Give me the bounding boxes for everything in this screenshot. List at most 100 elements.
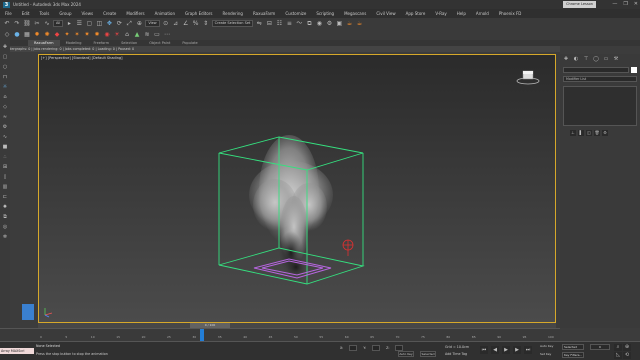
percent-snap-icon[interactable]: % [192, 20, 200, 28]
menu-scripting[interactable]: Scripting [311, 9, 339, 18]
orbit-icon[interactable]: ⟲ [623, 352, 631, 359]
liquid-sim-icon[interactable]: ◆ [53, 31, 61, 39]
zoom-icon[interactable]: ⌕ [614, 344, 622, 351]
create-tab-icon[interactable]: ✚ [562, 56, 570, 63]
helper-tool-icon[interactable]: ◇ [2, 104, 9, 111]
angle-snap-icon[interactable]: ∠ [182, 20, 190, 28]
stairs-tool-icon[interactable]: ⊏ [2, 194, 9, 201]
schematic-view-icon[interactable]: ⧉ [305, 20, 313, 28]
group-tool-icon[interactable]: ⧉ [2, 214, 9, 221]
align-icon[interactable]: ⊟ [265, 20, 273, 28]
selected-dropdown[interactable]: Selected [420, 351, 436, 357]
bind-spacewarp-icon[interactable]: ∿ [43, 20, 51, 28]
particle-tool-icon[interactable]: ∴ [2, 154, 9, 161]
make-unique-icon[interactable]: ◫ [586, 130, 592, 136]
camera-tool-icon[interactable]: ⌂ [2, 94, 9, 101]
link-icon[interactable]: ⛓ [23, 20, 31, 28]
scale-icon[interactable]: ⤢ [125, 20, 133, 28]
vray-light-icon[interactable]: ◉ [103, 31, 111, 39]
door-tool-icon[interactable]: ▯ [2, 174, 9, 181]
menu-modifiers[interactable]: Modifiers [121, 9, 149, 18]
x-field[interactable] [349, 345, 358, 351]
play-icon[interactable]: ▶ [502, 346, 510, 354]
fire-source-icon[interactable]: ✺ [43, 31, 51, 39]
render-active-icon[interactable]: ☕ [355, 20, 363, 28]
menu-megascans[interactable]: Megascans [339, 9, 371, 18]
phoenix-source-icon[interactable]: ● [13, 31, 21, 39]
key-filters-button[interactable]: Key Filters... [562, 352, 584, 358]
scene-explorer-icon[interactable]: ☷ [275, 20, 283, 28]
phoenix-grid-icon[interactable]: ▦ [23, 31, 31, 39]
modifier-list-dropdown[interactable]: Modifier List [563, 76, 637, 82]
select-by-name-icon[interactable]: ☰ [75, 20, 83, 28]
undo-icon[interactable]: ↶ [3, 20, 11, 28]
box-tool-icon[interactable]: ▢ [2, 54, 9, 61]
add-time-tag[interactable]: Add Time Tag [445, 352, 467, 356]
fire-smoke-sim-icon[interactable]: ✹ [33, 31, 41, 39]
curve-editor-icon[interactable]: 〜 [295, 20, 303, 28]
chroma-button[interactable]: Chrome Lesson [563, 1, 596, 8]
menu-civil-view[interactable]: Civil View [371, 9, 400, 18]
menu-app-store[interactable]: App Store [401, 9, 431, 18]
selection-set-dropdown[interactable]: Create Selection Set [211, 20, 254, 27]
configure-sets-icon[interactable]: ⚙ [602, 130, 608, 136]
helper-gizmo[interactable] [342, 239, 354, 256]
menu-arnold[interactable]: Arnold [471, 9, 494, 18]
preset-icon[interactable]: ✶ [73, 31, 81, 39]
display-tab-icon[interactable]: ▭ [602, 56, 610, 63]
render-setup-icon[interactable]: ⚙ [325, 20, 333, 28]
menu-vray[interactable]: V-Ray [430, 9, 451, 18]
unlink-icon[interactable]: ✂ [33, 20, 41, 28]
vray-camera-icon[interactable]: ⌂ [123, 31, 131, 39]
maximize-button[interactable]: ❐ [623, 1, 627, 7]
vray-toolbar-more-icon[interactable]: ⋯ [163, 31, 171, 39]
window-crossing-icon[interactable]: ◫ [95, 20, 103, 28]
vray-proxy-icon[interactable]: ▲ [133, 31, 141, 39]
geometry-tool-icon[interactable]: ■ [2, 144, 9, 151]
mirror-icon[interactable]: ⇋ [255, 20, 263, 28]
menu-customize[interactable]: Customize [280, 9, 311, 18]
region-select-icon[interactable]: ▢ [85, 20, 93, 28]
menu-edit[interactable]: Edit [17, 9, 35, 18]
utilities-tab-icon[interactable]: ⚒ [612, 56, 620, 63]
create-tool-icon[interactable]: ✚ [2, 44, 9, 51]
selection-filter-dropdown[interactable]: All [53, 20, 64, 27]
go-to-end-icon[interactable]: ⏭ [524, 346, 532, 354]
place-icon[interactable]: ⊕ [135, 20, 143, 28]
modifier-stack-list[interactable] [563, 86, 637, 126]
rotate-icon[interactable]: ⟳ [115, 20, 123, 28]
layer-explorer-icon[interactable]: ≡ [285, 20, 293, 28]
viewcube-icon[interactable] [515, 69, 541, 85]
window-tool-icon[interactable]: ▥ [2, 184, 9, 191]
move-icon[interactable]: ✥ [105, 20, 113, 28]
close-button[interactable]: ✕ [634, 1, 638, 7]
sphere-tool-icon[interactable]: ○ [2, 64, 9, 71]
vray-fur-icon[interactable]: ≋ [143, 31, 151, 39]
object-color-swatch[interactable] [631, 67, 637, 73]
selected-button[interactable]: Selected [562, 344, 584, 350]
light-tool-icon[interactable]: ☼ [2, 84, 9, 91]
select-object-icon[interactable]: ▸ [65, 20, 73, 28]
plugin-tool-icon[interactable]: ◇ [3, 31, 11, 39]
go-to-start-icon[interactable]: ⏮ [480, 346, 488, 354]
viewport-label[interactable]: [+] [Perspective] [Standard] [Default Sh… [41, 56, 123, 60]
isolate-tool-icon[interactable]: ◎ [2, 224, 9, 231]
cylinder-tool-icon[interactable]: ⊓ [2, 74, 9, 81]
menu-graph-editors[interactable]: Graph Editors [180, 9, 217, 18]
modify-tab-icon[interactable]: ◐ [572, 56, 580, 63]
trackbar[interactable]: 0 5 10 15 20 25 30 35 40 45 50 55 60 65 70 75 80 85 90 95 10… [0, 328, 560, 342]
menu-views[interactable]: Views [77, 9, 99, 18]
viewport-layout-button[interactable] [22, 304, 34, 320]
hierarchy-tab-icon[interactable]: ⊤ [582, 56, 590, 63]
pin-stack-icon[interactable]: ⊥ [570, 130, 576, 136]
view-dropdown[interactable]: View [145, 20, 160, 27]
minimize-button[interactable]: — [612, 1, 617, 7]
menu-help[interactable]: Help [452, 9, 471, 18]
vray-plane-icon[interactable]: ▭ [153, 31, 161, 39]
menu-create[interactable]: Create [98, 9, 121, 18]
system-tool-icon[interactable]: ⚙ [2, 124, 9, 131]
material-editor-icon[interactable]: ◉ [315, 20, 323, 28]
current-frame-field[interactable]: 0 [590, 344, 610, 350]
menu-animation[interactable]: Animation [150, 9, 180, 18]
field-of-view-icon[interactable]: ◺ [614, 352, 622, 359]
